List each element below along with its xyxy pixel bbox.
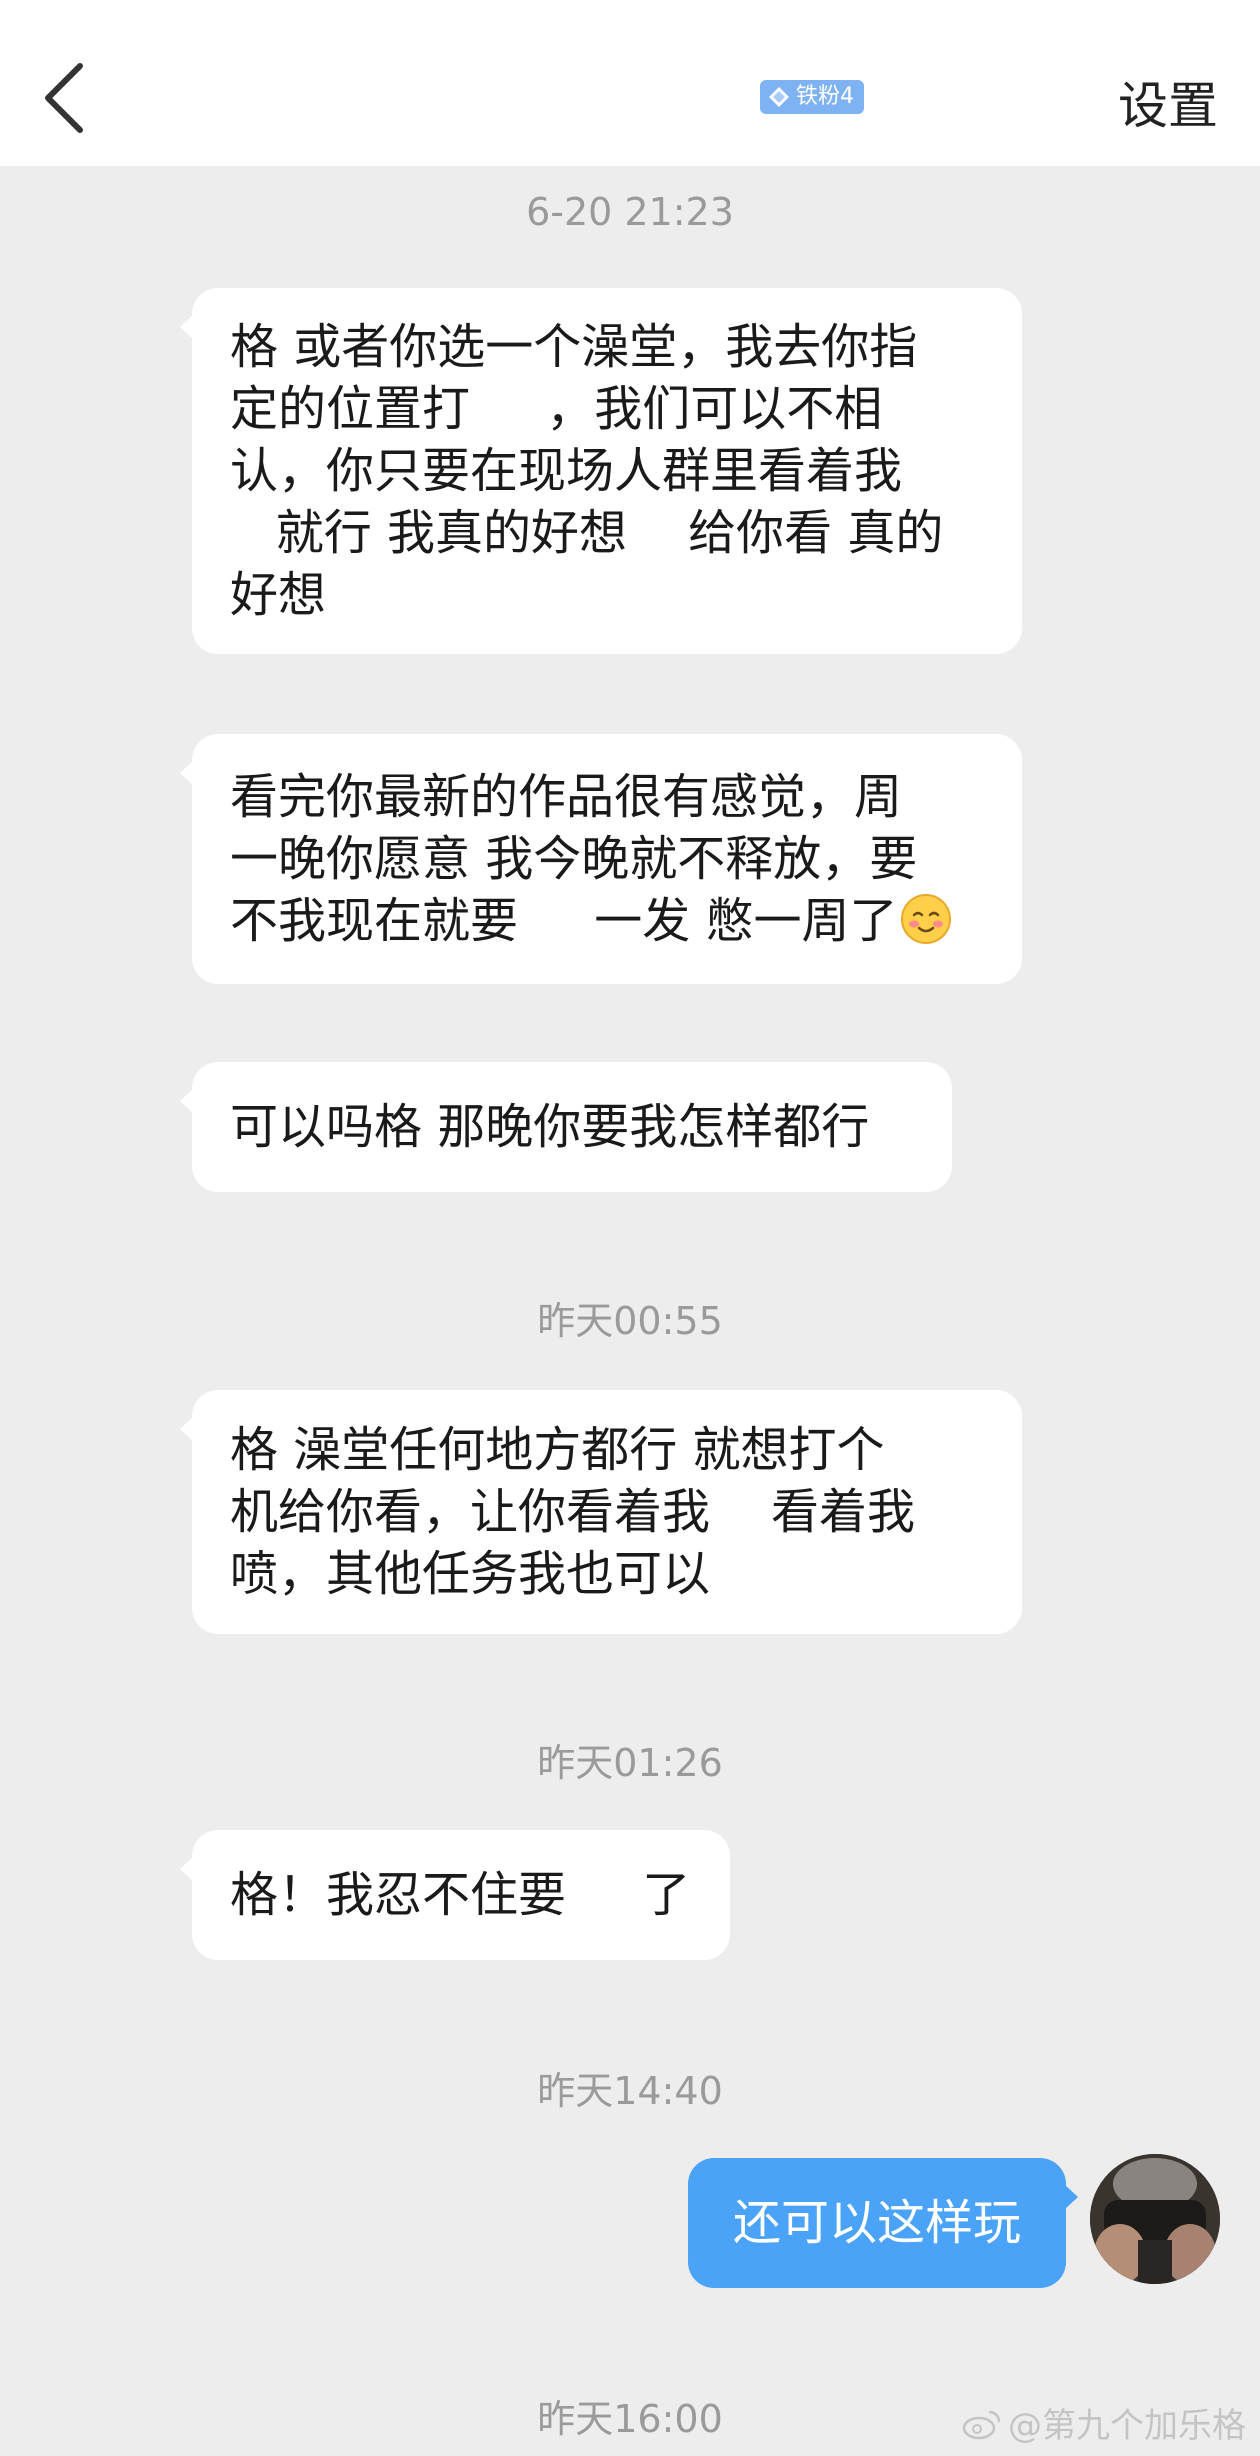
message-text: 可以吗格 那晚你要我怎样都行 [230, 1099, 870, 1155]
settings-button[interactable]: 设置 [1118, 66, 1218, 138]
timestamp: 昨天01:26 [537, 1741, 723, 1785]
weibo-icon [962, 2410, 1001, 2439]
smiling-face-with-hearts-emoji [900, 894, 951, 944]
timestamp: 6-20 21:23 [526, 190, 734, 234]
avatar[interactable] [1090, 2154, 1220, 2284]
message-bubble[interactable]: 可以吗格 那晚你要我怎样都行 [180, 1062, 952, 1192]
diamond-icon [769, 87, 789, 107]
watermark: @第九个加乐格 [962, 2398, 1246, 2447]
chat-header: 铁粉4 设置 [0, 0, 1260, 166]
fan-badge: 铁粉4 [760, 80, 864, 114]
message-bubble[interactable]: 格！我忍不住要 了 [180, 1830, 730, 1960]
timestamp: 昨天00:55 [537, 1299, 723, 1343]
message-text: 看完你最新的作品很有感觉，周 一晚你愿意 我今晚就不释放，要 不我现在就要 一发… [230, 769, 918, 949]
message-text: 格！我忍不住要 了 [230, 1867, 691, 1923]
badge-label: 铁粉4 [796, 84, 854, 109]
message-text: 还可以这样玩 [732, 2195, 1021, 2251]
message-text: 格 或者你选一个澡堂，我去你指 定的位置打 ，我们可以不相 认，你只要在现场人群… [230, 319, 944, 623]
message-bubble[interactable]: 格 或者你选一个澡堂，我去你指 定的位置打 ，我们可以不相 认，你只要在现场人群… [180, 288, 1022, 654]
message-text: 格 澡堂任何地方都行 就想打个 机给你看，让你看着我 看着我 喷，其他任务我也可… [230, 1422, 916, 1602]
message-bubble[interactable]: 看完你最新的作品很有感觉，周 一晚你愿意 我今晚就不释放，要 不我现在就要 一发… [180, 734, 1022, 984]
outgoing-message-bubble[interactable]: 还可以这样玩 [688, 2158, 1078, 2288]
watermark-text: @第九个加乐格 [1008, 2406, 1246, 2446]
timestamp: 昨天14:40 [537, 2069, 723, 2113]
message-text-wrap: 看完你最新的作品很有感觉，周 一晚你愿意 我今晚就不释放，要 不我现在就要 一发… [230, 766, 952, 952]
message-bubble[interactable]: 格 澡堂任何地方都行 就想打个 机给你看，让你看着我 看着我 喷，其他任务我也可… [180, 1390, 1022, 1634]
back-button[interactable] [40, 58, 100, 138]
chevron-left-icon [45, 63, 83, 133]
user-avatar-image [1090, 2154, 1220, 2284]
